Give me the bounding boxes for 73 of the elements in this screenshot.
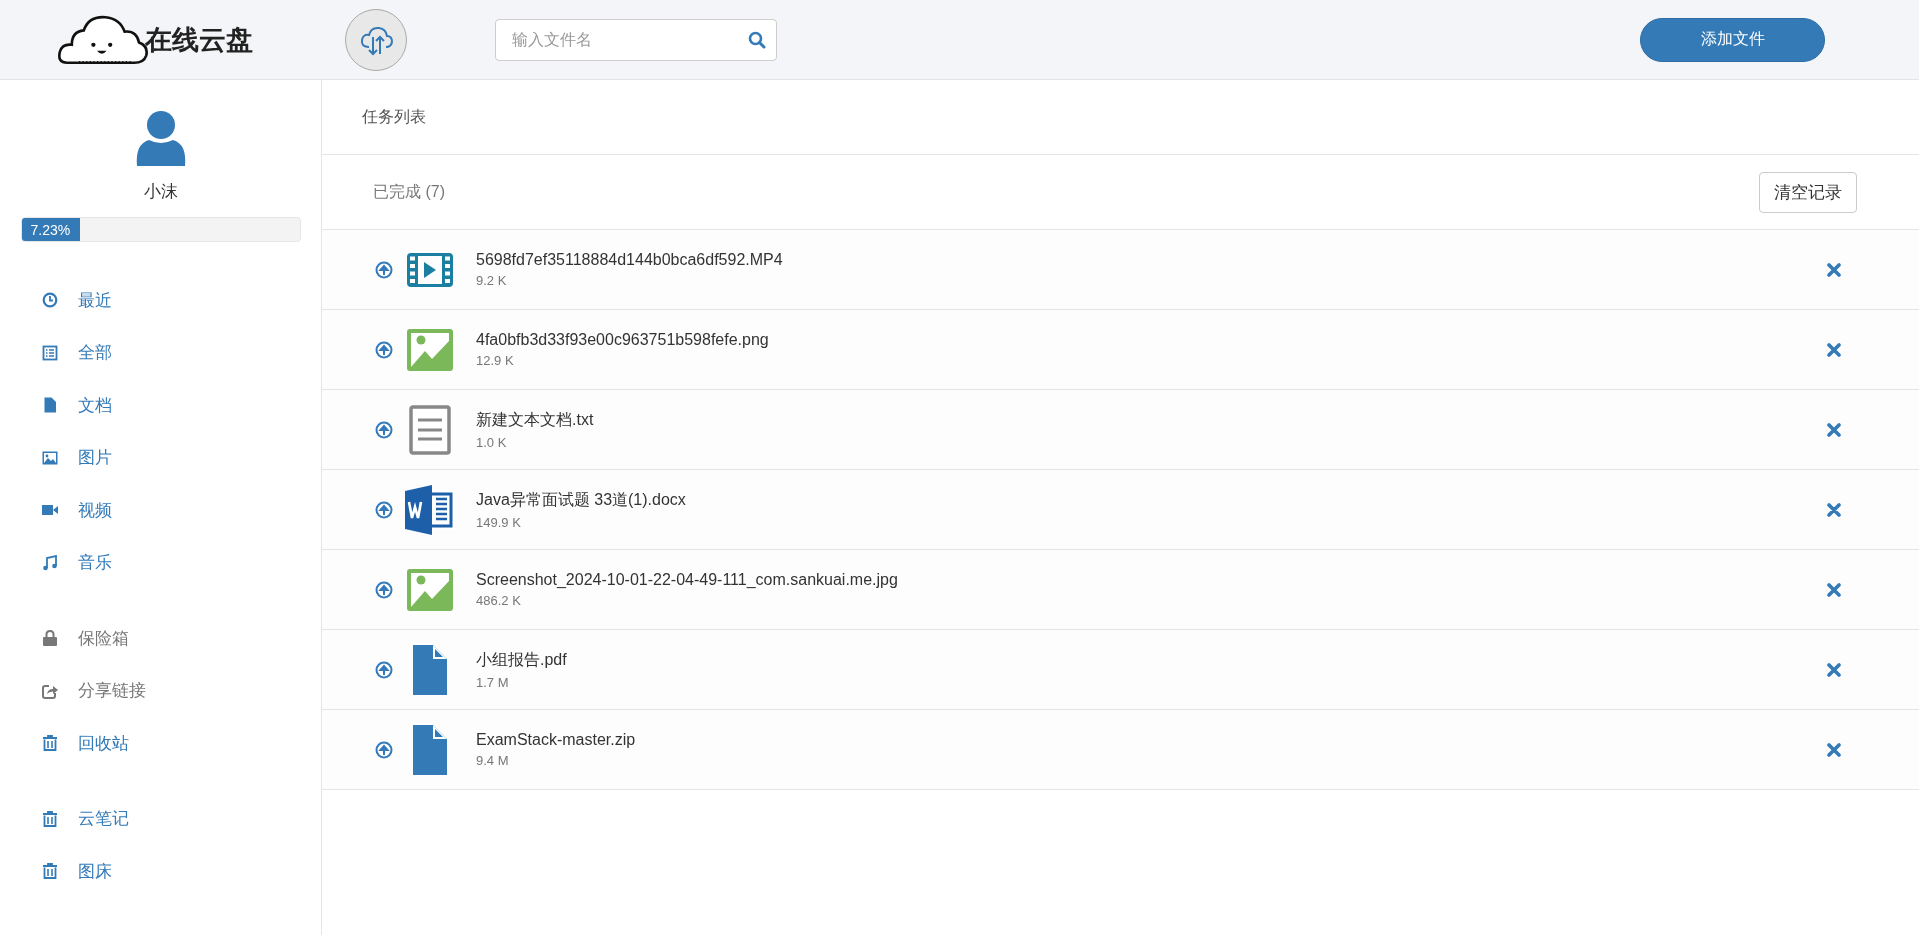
file-size: 1.0 K — [476, 434, 508, 450]
upload-circle-icon — [375, 340, 393, 359]
text-document-icon — [409, 404, 451, 455]
trash-icon — [42, 863, 58, 880]
remove-button[interactable] — [1827, 422, 1841, 437]
list-icon — [42, 344, 58, 361]
document-icon — [42, 397, 58, 414]
upload-circle-icon — [375, 660, 393, 679]
page-title: 任务列表 — [322, 80, 1919, 155]
add-file-button[interactable]: 添加文件 — [1640, 17, 1825, 62]
file-name: 5698fd7ef35118884d144b0bca6df592.MP4 — [476, 251, 784, 269]
remove-button[interactable] — [1827, 502, 1841, 517]
sidebar-item[interactable]: 图床 — [42, 845, 321, 898]
sidebar-item[interactable]: 音乐 — [42, 536, 321, 589]
sidebar-item[interactable]: 视频 — [42, 484, 321, 537]
sidebar-item[interactable]: 图片 — [42, 431, 321, 484]
remove-button[interactable] — [1827, 742, 1841, 757]
file-name: 小组报告.pdf — [476, 649, 568, 670]
upload-circle-icon — [375, 260, 393, 279]
file-name: 新建文本文档.txt — [476, 409, 595, 430]
close-icon — [1827, 742, 1841, 757]
picture-icon — [407, 568, 453, 611]
logo-text: 在线云盘 — [145, 23, 253, 57]
sidebar-item[interactable]: 云笔记 — [42, 792, 321, 845]
upload-circle-icon — [375, 420, 393, 439]
trash-icon — [42, 810, 58, 827]
sidebar-item[interactable]: 分享链接 — [42, 664, 321, 717]
user-avatar-icon — [134, 110, 187, 166]
user-name: 小沫 — [143, 181, 178, 203]
file-icon — [411, 644, 449, 695]
picture-icon — [407, 328, 453, 371]
sidebar-item[interactable]: 保险箱 — [42, 612, 321, 665]
upload-circle-icon — [375, 500, 393, 519]
close-icon — [1827, 582, 1841, 597]
close-icon — [1827, 422, 1841, 437]
clock-icon — [42, 292, 58, 309]
file-name: 4fa0bfb3d33f93e00c963751b598fefe.png — [476, 331, 770, 349]
remove-button[interactable] — [1827, 582, 1841, 597]
file-size: 1.7 M — [476, 674, 510, 690]
file-name: ExamStack-master.zip — [476, 731, 637, 749]
close-icon — [1827, 262, 1841, 277]
remove-button[interactable] — [1827, 262, 1841, 277]
sidebar-item[interactable]: 全部 — [42, 326, 321, 379]
file-size: 9.2 K — [476, 273, 508, 288]
picture-icon — [42, 449, 58, 466]
file-size: 9.4 M — [476, 753, 510, 768]
upload-circle-icon — [375, 740, 393, 759]
trash-icon — [42, 735, 58, 752]
film-play-icon — [407, 252, 453, 287]
file-size: 486.2 K — [476, 593, 522, 608]
search-icon[interactable] — [748, 30, 766, 49]
close-icon — [1827, 342, 1841, 357]
word-document-icon — [405, 484, 455, 535]
clear-records-button[interactable]: 清空记录 — [1759, 171, 1857, 213]
close-icon — [1827, 502, 1841, 517]
search-field[interactable]: 输入文件名 — [495, 18, 777, 61]
lock-icon — [42, 630, 58, 647]
sidebar-item[interactable]: 最近 — [42, 274, 321, 327]
section-heading: 已完成 (7) — [373, 181, 445, 202]
close-icon — [1827, 662, 1841, 677]
sidebar-item[interactable]: 回收站 — [42, 717, 321, 770]
music-note-icon — [42, 554, 58, 571]
sidebar-item[interactable]: 文档 — [42, 379, 321, 432]
file-size: 12.9 K — [476, 353, 515, 368]
storage-percent: 7.23% — [30, 221, 71, 238]
file-size: 149.9 K — [476, 514, 522, 530]
upload-circle-icon — [375, 580, 393, 599]
file-name: Screenshot_2024-10-01-22-04-49-111_com.sankuai.me.jpg — [476, 571, 899, 589]
remove-button[interactable] — [1827, 342, 1841, 357]
file-icon — [411, 724, 449, 775]
file-name: Java异常面试题 33道(1).docx — [476, 489, 687, 510]
remove-button[interactable] — [1827, 662, 1841, 677]
share-icon — [42, 682, 58, 699]
